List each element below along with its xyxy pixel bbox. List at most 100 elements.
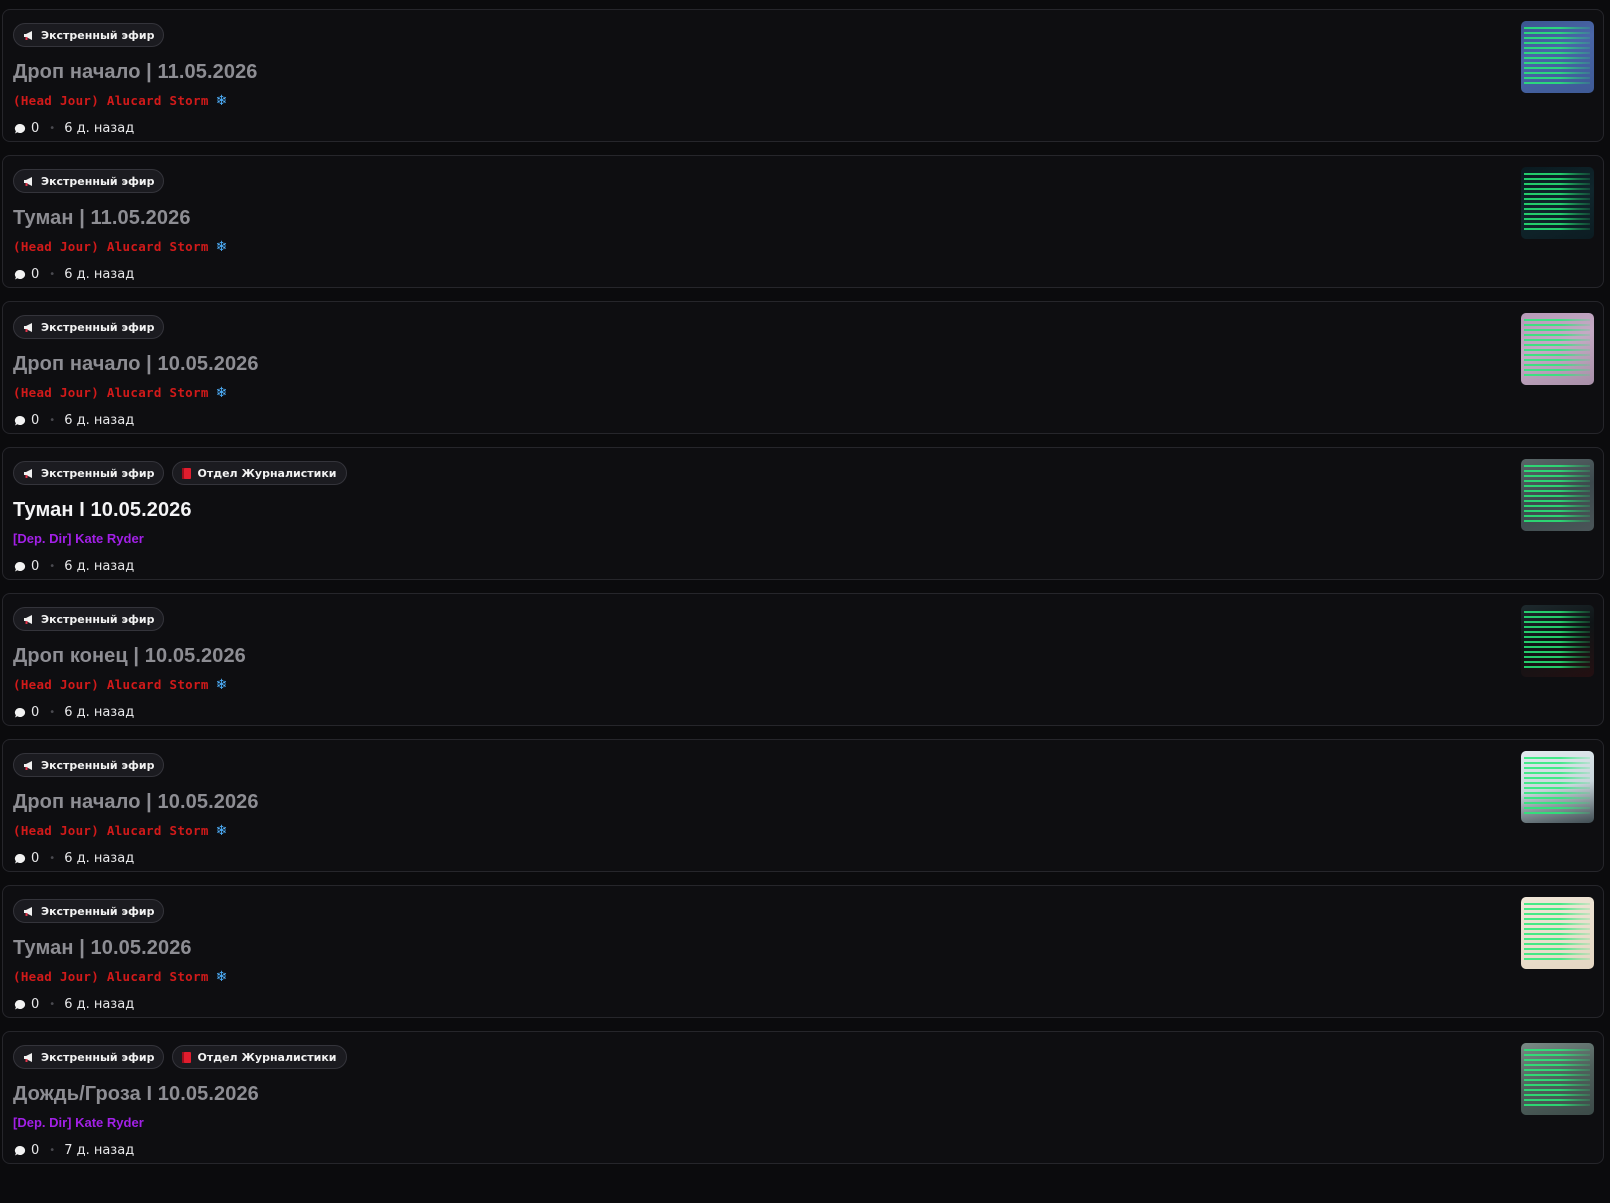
- tag-label: Экстренный эфир: [41, 28, 155, 42]
- speech-bubble-icon: [14, 123, 26, 135]
- tag-emergency-broadcast[interactable]: Экстренный эфир: [13, 315, 165, 339]
- author-name[interactable]: [Dep. Dir] Kate Ryder: [13, 531, 144, 546]
- comment-count: 0: [31, 413, 40, 428]
- snowflake-icon: ❄: [215, 238, 228, 255]
- post-tags: Экстренный эфир: [13, 753, 165, 777]
- speech-bubble-icon: [14, 561, 26, 573]
- post-time: 6 д. назад: [64, 705, 135, 720]
- post-card[interactable]: Экстренный эфир Туман | 10.05.2026 (Head…: [2, 885, 1604, 1018]
- post-meta: 0 • 6 д. назад: [14, 121, 134, 136]
- post-title[interactable]: Дроп начало | 11.05.2026: [13, 61, 258, 84]
- author-name[interactable]: (Head Jour) Alucard Storm: [13, 93, 209, 108]
- post-title[interactable]: Туман | 10.05.2026: [13, 937, 192, 960]
- post-tags: Экстренный эфир Отдел Журналистики: [13, 461, 347, 485]
- author-name[interactable]: [Dep. Dir] Kate Ryder: [13, 1115, 144, 1130]
- author-name[interactable]: (Head Jour) Alucard Storm: [13, 385, 209, 400]
- author-name[interactable]: (Head Jour) Alucard Storm: [13, 969, 209, 984]
- author-name[interactable]: (Head Jour) Alucard Storm: [13, 823, 209, 838]
- snowflake-icon: ❄: [215, 822, 228, 839]
- meta-separator: •: [49, 123, 56, 134]
- comment-count: 0: [31, 121, 40, 136]
- comment-count: 0: [31, 1143, 40, 1158]
- tag-emergency-broadcast[interactable]: Экстренный эфир: [13, 169, 165, 193]
- tag-emergency-broadcast[interactable]: Экстренный эфир: [13, 23, 165, 47]
- megaphone-icon: [23, 760, 35, 771]
- megaphone-icon: [23, 176, 35, 187]
- post-author[interactable]: [Dep. Dir] Kate Ryder: [13, 1115, 144, 1130]
- post-thumbnail[interactable]: [1521, 751, 1594, 823]
- post-title[interactable]: Туман | 11.05.2026: [13, 207, 191, 230]
- tag-label: Экстренный эфир: [41, 320, 155, 334]
- meta-separator: •: [49, 853, 56, 864]
- post-author[interactable]: (Head Jour) Alucard Storm ❄: [13, 823, 227, 838]
- post-card[interactable]: Экстренный эфир Дроп начало | 11.05.2026…: [2, 9, 1604, 142]
- post-title[interactable]: Дождь/Гроза I 10.05.2026: [13, 1083, 259, 1106]
- post-title[interactable]: Дроп начало | 10.05.2026: [13, 791, 259, 814]
- post-thumbnail[interactable]: [1521, 167, 1594, 239]
- post-author[interactable]: (Head Jour) Alucard Storm ❄: [13, 385, 227, 400]
- tag-journalism-department[interactable]: Отдел Журналистики: [172, 461, 347, 485]
- post-thumbnail[interactable]: [1521, 459, 1594, 531]
- tag-label: Экстренный эфир: [41, 612, 155, 626]
- post-tags: Экстренный эфир: [13, 607, 165, 631]
- post-card[interactable]: Экстренный эфир Туман | 11.05.2026 (Head…: [2, 155, 1604, 288]
- post-card[interactable]: Экстренный эфир Отдел Журналистики Туман…: [2, 447, 1604, 580]
- meta-separator: •: [49, 1145, 56, 1156]
- post-meta: 0 • 6 д. назад: [14, 559, 134, 574]
- post-meta: 0 • 6 д. назад: [14, 997, 134, 1012]
- post-title[interactable]: Дроп конец | 10.05.2026: [13, 645, 246, 668]
- tag-emergency-broadcast[interactable]: Экстренный эфир: [13, 607, 165, 631]
- post-thumbnail[interactable]: [1521, 897, 1594, 969]
- thumbnail-text-overlay: [1524, 173, 1590, 231]
- tag-emergency-broadcast[interactable]: Экстренный эфир: [13, 753, 165, 777]
- tag-emergency-broadcast[interactable]: Экстренный эфир: [13, 1045, 165, 1069]
- post-tags: Экстренный эфир: [13, 315, 165, 339]
- book-icon: [182, 1051, 192, 1063]
- post-meta: 0 • 6 д. назад: [14, 267, 134, 282]
- thumbnail-text-overlay: [1524, 757, 1590, 815]
- post-thumbnail[interactable]: [1521, 313, 1594, 385]
- tag-emergency-broadcast[interactable]: Экстренный эфир: [13, 461, 165, 485]
- meta-separator: •: [49, 269, 56, 280]
- speech-bubble-icon: [14, 269, 26, 281]
- post-meta: 0 • 6 д. назад: [14, 705, 134, 720]
- post-card[interactable]: Экстренный эфир Дроп начало | 10.05.2026…: [2, 301, 1604, 434]
- post-title[interactable]: Туман I 10.05.2026: [13, 499, 192, 522]
- post-meta: 0 • 6 д. назад: [14, 851, 134, 866]
- news-feed: Экстренный эфир Дроп начало | 11.05.2026…: [0, 0, 1610, 1203]
- post-thumbnail[interactable]: [1521, 605, 1594, 677]
- tag-label: Экстренный эфир: [41, 174, 155, 188]
- post-card[interactable]: Экстренный эфир Отдел Журналистики Дождь…: [2, 1031, 1604, 1164]
- megaphone-icon: [23, 468, 35, 479]
- post-thumbnail[interactable]: [1521, 1043, 1594, 1115]
- speech-bubble-icon: [14, 999, 26, 1011]
- post-card[interactable]: Экстренный эфир Дроп начало | 10.05.2026…: [2, 739, 1604, 872]
- comment-count: 0: [31, 705, 40, 720]
- post-title[interactable]: Дроп начало | 10.05.2026: [13, 353, 259, 376]
- post-time: 6 д. назад: [64, 267, 135, 282]
- post-author[interactable]: (Head Jour) Alucard Storm ❄: [13, 239, 227, 254]
- tag-journalism-department[interactable]: Отдел Журналистики: [172, 1045, 347, 1069]
- tag-label: Отдел Журналистики: [197, 1050, 337, 1064]
- thumbnail-text-overlay: [1524, 611, 1590, 669]
- author-name[interactable]: (Head Jour) Alucard Storm: [13, 239, 209, 254]
- post-author[interactable]: (Head Jour) Alucard Storm ❄: [13, 677, 227, 692]
- tag-emergency-broadcast[interactable]: Экстренный эфир: [13, 899, 165, 923]
- megaphone-icon: [23, 1052, 35, 1063]
- post-time: 7 д. назад: [64, 1143, 135, 1158]
- megaphone-icon: [23, 906, 35, 917]
- post-author[interactable]: [Dep. Dir] Kate Ryder: [13, 531, 144, 546]
- post-author[interactable]: (Head Jour) Alucard Storm ❄: [13, 93, 227, 108]
- thumbnail-text-overlay: [1524, 319, 1590, 377]
- post-tags: Экстренный эфир: [13, 23, 165, 47]
- meta-separator: •: [49, 707, 56, 718]
- comment-count: 0: [31, 267, 40, 282]
- thumbnail-text-overlay: [1524, 1049, 1590, 1107]
- post-tags: Экстренный эфир Отдел Журналистики: [13, 1045, 347, 1069]
- post-thumbnail[interactable]: [1521, 21, 1594, 93]
- author-name[interactable]: (Head Jour) Alucard Storm: [13, 677, 209, 692]
- post-card[interactable]: Экстренный эфир Дроп конец | 10.05.2026 …: [2, 593, 1604, 726]
- post-time: 6 д. назад: [64, 121, 135, 136]
- snowflake-icon: ❄: [215, 968, 228, 985]
- post-author[interactable]: (Head Jour) Alucard Storm ❄: [13, 969, 227, 984]
